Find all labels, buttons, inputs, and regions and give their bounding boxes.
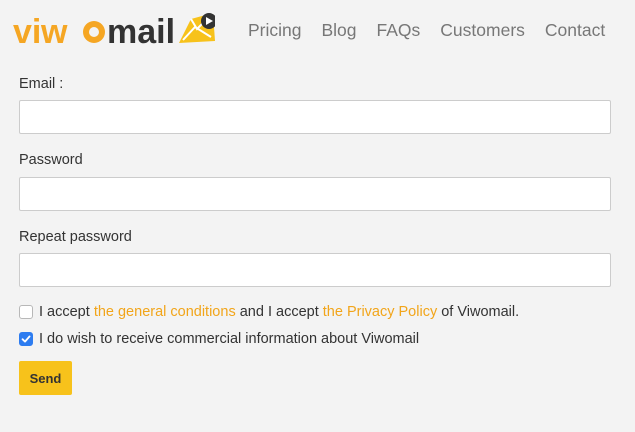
nav-blog[interactable]: Blog (322, 19, 357, 41)
nav-pricing[interactable]: Pricing (248, 19, 302, 41)
svg-text:w: w (40, 13, 68, 51)
terms-checkbox[interactable] (19, 305, 33, 319)
terms-middle: and I accept (235, 304, 323, 320)
nav-faqs[interactable]: FAQs (377, 19, 421, 41)
terms-suffix: of Viwomail. (437, 304, 520, 320)
logo-graphic: vi w mail (13, 12, 215, 51)
commercial-checkbox[interactable] (19, 332, 33, 346)
email-input[interactable] (19, 100, 611, 134)
main-nav: Pricing Blog FAQs Customers Contact (248, 19, 605, 41)
terms-prefix: I accept (39, 304, 94, 320)
privacy-policy-link[interactable]: the Privacy Policy (323, 304, 437, 320)
header: vi w mail Pricing Blog FAQs Customers Co… (0, 0, 635, 62)
terms-row: I accept the general conditions and I ac… (19, 304, 519, 320)
password-label: Password (19, 152, 83, 168)
nav-customers[interactable]: Customers (440, 19, 525, 41)
password-input[interactable] (19, 177, 611, 211)
viwomail-logo[interactable]: vi w mail (13, 9, 215, 53)
repeat-password-label: Repeat password (19, 229, 132, 245)
svg-text:vi: vi (13, 13, 41, 51)
commercial-label: I do wish to receive commercial informat… (39, 331, 420, 347)
general-conditions-link[interactable]: the general conditions (94, 304, 236, 320)
nav-contact[interactable]: Contact (545, 19, 605, 41)
commercial-row: I do wish to receive commercial informat… (19, 331, 419, 347)
checkmark-icon (21, 335, 31, 343)
repeat-password-input[interactable] (19, 253, 611, 287)
send-button[interactable]: Send (19, 361, 72, 395)
svg-text:mail: mail (107, 13, 175, 51)
email-label: Email : (19, 76, 64, 92)
